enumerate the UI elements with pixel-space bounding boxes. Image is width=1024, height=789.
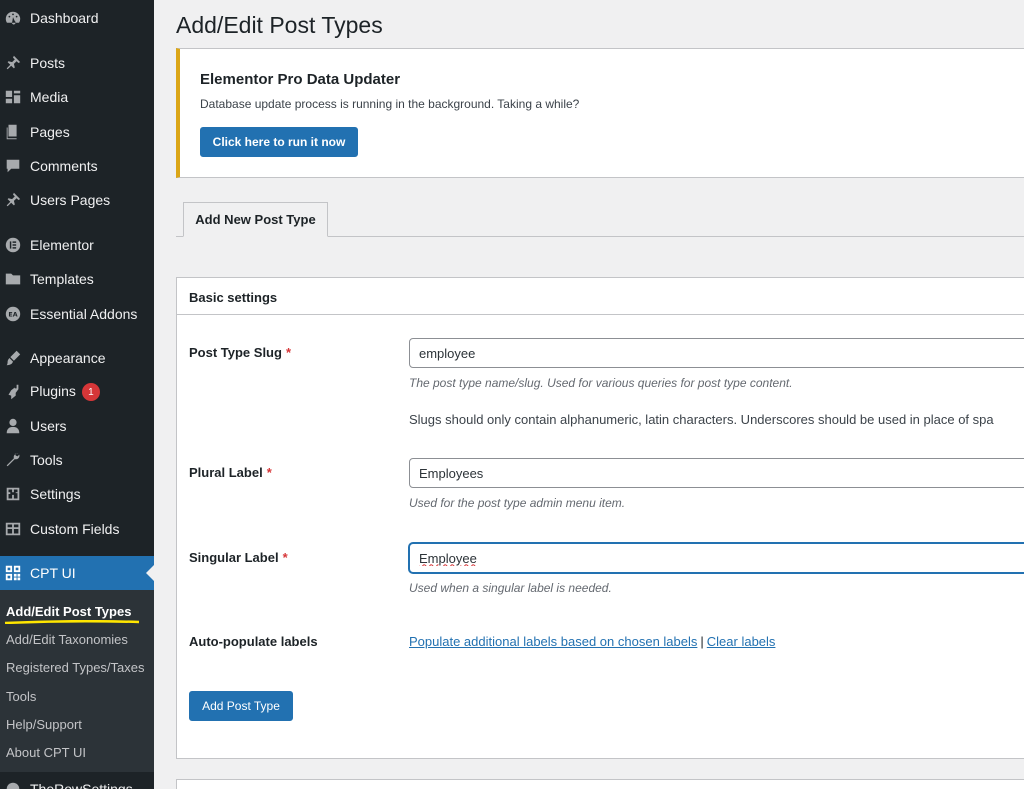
populate-labels-link[interactable]: Populate additional labels based on chos… [409,634,697,649]
sidebar-item-label: Tools [30,452,63,468]
slug-help-text: The post type name/slug. Used for variou… [409,376,793,390]
submenu-help-support[interactable]: Help/Support [6,717,82,732]
sidebar-item-label: Templates [30,271,94,287]
required-marker: * [282,550,288,565]
panel-header[interactable]: Basic settings [177,278,1024,315]
sidebar-item-users[interactable]: Users [0,409,154,443]
run-updater-button[interactable]: Click here to run it now [200,127,358,157]
sidebar-item-label: Media [30,89,69,105]
link-separator: | [700,634,704,649]
plugin-icon [3,382,23,402]
elementor-icon [3,235,23,255]
svg-text:EA: EA [8,312,17,319]
sidebar-item-label: Settings [30,486,81,502]
sidebar-item-label: TheRowSettings [30,781,133,789]
submenu-add-edit-taxonomies[interactable]: Add/Edit Taxonomies [6,632,128,647]
plural-help-text: Used for the post type admin menu item. [409,496,626,510]
grid-icon [3,519,23,539]
sidebar-item-appearance[interactable]: Appearance [0,341,154,375]
current-menu-arrow [146,565,154,581]
sidebar-item-dashboard[interactable]: Dashboard [0,1,154,35]
sidebar-item-label: CPT UI [30,565,76,581]
sidebar-item-label: Appearance [30,350,106,366]
submenu-tools[interactable]: Tools [6,689,36,704]
sidebar-item-elementor[interactable]: Elementor [0,228,154,262]
plural-label: Plural Label * [189,465,272,480]
notice-title: Elementor Pro Data Updater [200,71,401,88]
pages-icon [3,122,23,142]
admin-sidebar: Dashboard Posts Media Pages Comments Use… [0,0,154,789]
required-marker: * [266,465,272,480]
sidebar-item-posts[interactable]: Posts [0,46,154,80]
clear-labels-link[interactable]: Clear labels [707,634,776,649]
singular-label-input[interactable] [409,543,1024,573]
slug-rules-note: Slugs should only contain alphanumeric, … [409,412,994,427]
sidebar-item-label: Users [30,418,67,434]
sidebar-item-label: Dashboard [30,10,99,26]
singular-label: Singular Label * [189,550,288,565]
basic-settings-panel: Basic settings Post Type Slug* The post … [176,277,1024,759]
sidebar-item-label: Custom Fields [30,521,120,537]
media-icon [3,87,23,107]
notice-text: Database update process is running in th… [200,97,580,111]
sidebar-item-label: Comments [30,158,98,174]
cpt-icon [3,563,23,583]
sidebar-item-templates[interactable]: Templates [0,262,154,296]
sidebar-item-label: Plugins [30,382,76,399]
dashboard-icon [3,8,23,28]
sidebar-item-media[interactable]: Media [0,80,154,114]
gear-icon [3,779,23,789]
sidebar-item-label: Elementor [30,237,94,253]
submenu-add-edit-post-types[interactable]: Add/Edit Post Types [6,604,131,619]
slug-label: Post Type Slug * [189,345,291,360]
sidebar-item-essential-addons[interactable]: EA Essential Addons [0,297,154,331]
pin-icon [3,53,23,73]
user-icon [3,416,23,436]
singular-help-text: Used when a singular label is needed. [409,581,612,595]
sidebar-item-settings[interactable]: Settings [0,477,154,511]
sidebar-item-comments[interactable]: Comments [0,149,154,183]
sidebar-item-label: Essential Addons [30,306,138,322]
add-post-type-button[interactable]: Add Post Type [189,691,293,721]
pin-icon [3,190,23,210]
cpt-ui-submenu: Add/Edit Post Types Add/Edit Taxonomies … [0,590,154,772]
ea-icon: EA [3,304,23,324]
sidebar-item-custom-fields[interactable]: Custom Fields [0,512,154,546]
yellow-highlight-annotation [4,620,140,624]
update-count-badge: 1 [81,383,100,402]
sidebar-item-label: Posts [30,55,66,71]
sidebar-item-tools[interactable]: Tools [0,443,154,477]
sidebar-item-label: Users Pages [30,192,111,208]
submenu-about-cpt-ui[interactable]: About CPT UI [6,745,86,760]
sidebar-item-pages[interactable]: Pages [0,115,154,149]
tab-add-new-post-type[interactable]: Add New Post Type [183,202,328,237]
panel-title: Basic settings [189,290,278,305]
folder-icon [3,269,23,289]
page-title: Add/Edit Post Types [176,12,383,38]
autopopulate-label: Auto-populate labels [189,634,318,649]
sidebar-item-partial[interactable]: TheRowSettings [0,772,154,789]
post-type-slug-input[interactable] [409,338,1024,368]
sidebar-item-users-pages[interactable]: Users Pages [0,183,154,217]
comment-icon [3,156,23,176]
sidebar-item-cpt-ui[interactable]: CPT UI [0,556,154,590]
required-marker: * [285,345,291,360]
next-panel [176,779,1024,789]
plural-label-input[interactable] [409,458,1024,488]
sidebar-item-label: Pages [30,124,70,140]
sidebar-item-plugins[interactable]: Plugins 1 [0,375,154,409]
settings-icon [3,484,23,504]
autopopulate-links: Populate additional labels based on chos… [409,634,775,649]
wrench-icon [3,450,23,470]
submenu-registered-types[interactable]: Registered Types/Taxes [6,660,145,675]
brush-icon [3,348,23,368]
elementor-notice: Elementor Pro Data Updater Database upda… [176,48,1024,178]
